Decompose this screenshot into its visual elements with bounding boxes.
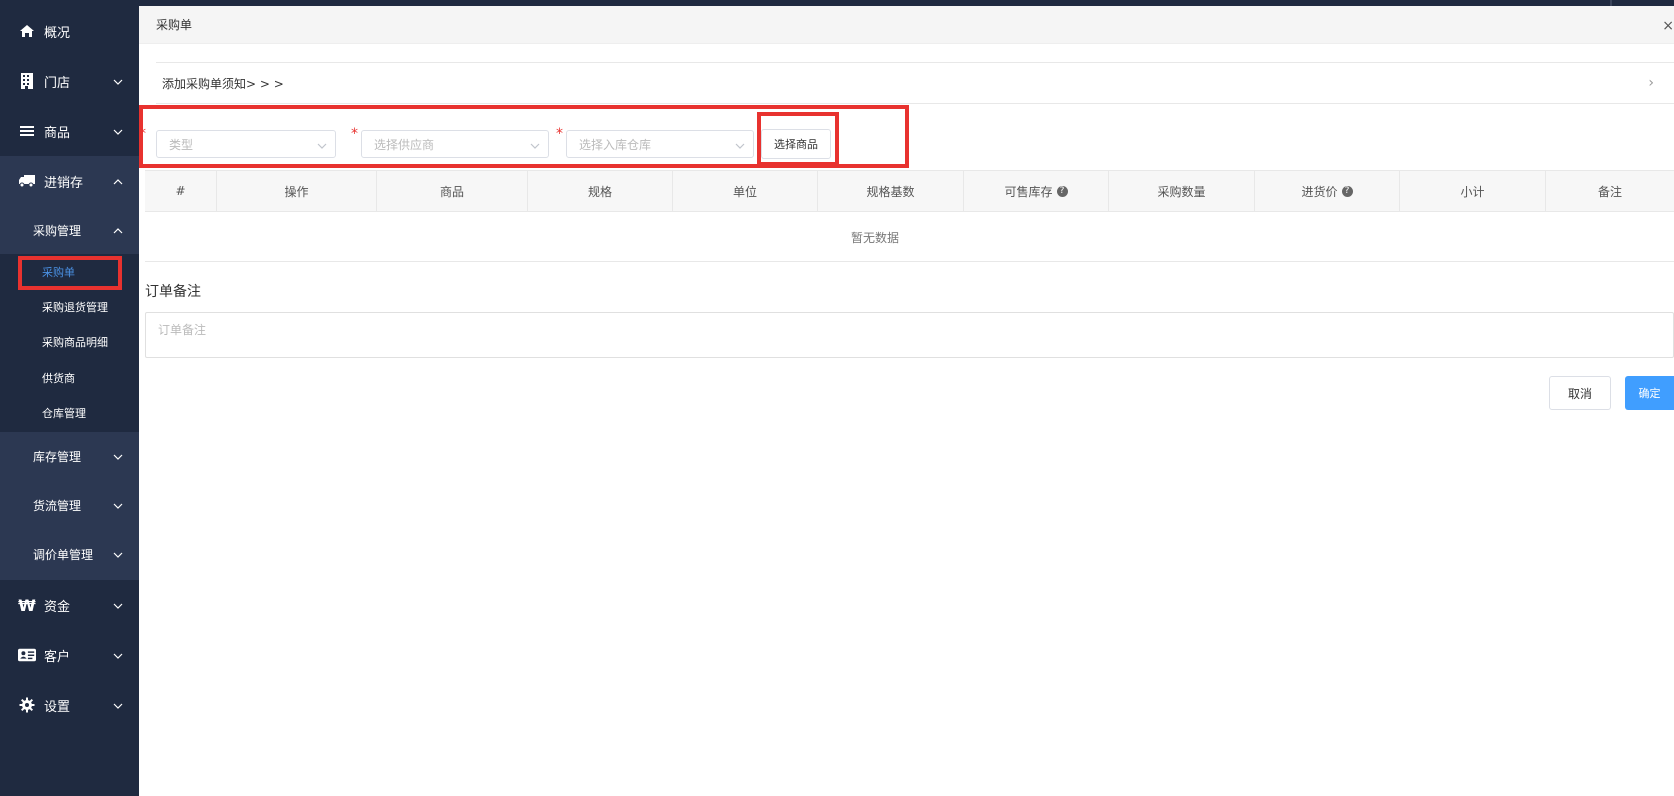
- submenu-stock-management[interactable]: 库存管理: [0, 432, 139, 480]
- nav-stores[interactable]: 门店: [0, 56, 139, 106]
- column-header: 备注: [1545, 171, 1674, 211]
- sidebar-item-purchase-details[interactable]: 采购商品明细: [0, 324, 139, 359]
- chevron-up-icon: [113, 225, 123, 239]
- help-icon[interactable]: ?: [1341, 185, 1353, 197]
- cancel-button[interactable]: 取消: [1549, 376, 1611, 410]
- submenu-logistics-management[interactable]: 货流管理: [0, 481, 139, 529]
- sidebar-item-label: 供货商: [42, 371, 75, 385]
- nav-overview[interactable]: 概况: [0, 6, 139, 56]
- highlight-box-select-goods: [757, 112, 839, 166]
- highlight-box-sidebar: [18, 256, 122, 290]
- order-remark-title: 订单备注: [145, 284, 201, 300]
- column-header: 单位: [672, 171, 817, 211]
- purchase-order-modal: 采购单 × 添加采购单须知> > > › * 类型 * 选择供应商 * 选择入库…: [139, 6, 1674, 796]
- gear-icon: [18, 696, 36, 714]
- chevron-up-icon: [113, 176, 123, 191]
- id-card-icon: [18, 646, 36, 664]
- chevron-down-icon: [113, 126, 123, 141]
- chevron-down-icon: [113, 500, 123, 514]
- empty-state-text: 暂无数据: [850, 230, 899, 245]
- submenu-logistics-label: 货流管理: [33, 498, 82, 513]
- modal-header: 采购单 ×: [139, 6, 1674, 44]
- nav-goods-label: 商品: [44, 125, 71, 141]
- help-icon[interactable]: ?: [1056, 185, 1068, 197]
- column-header: 采购数量: [1108, 171, 1254, 211]
- column-header: #: [175, 184, 186, 198]
- chevron-down-icon: [113, 549, 123, 563]
- nav-inventory-label: 进销存: [44, 175, 84, 191]
- goods-table: # 操作 商品 规格 单位 规格基数 可售库存 ? 采购数量 进货价 ? 小计 …: [145, 170, 1674, 262]
- order-remark-placeholder: 订单备注: [158, 323, 207, 337]
- truck-icon: [18, 172, 36, 190]
- submenu-stock-label: 库存管理: [33, 449, 82, 464]
- nav-funds[interactable]: ₩ 资金: [0, 580, 139, 630]
- sidebar-item-purchase-returns[interactable]: 采购退货管理: [0, 289, 139, 324]
- sidebar-item-label: 仓库管理: [42, 406, 86, 420]
- nav-customers[interactable]: 客户: [0, 630, 139, 680]
- nav-customers-label: 客户: [44, 649, 71, 665]
- confirm-button[interactable]: 确定: [1625, 376, 1674, 410]
- chevron-down-icon: [113, 76, 123, 91]
- chevron-down-icon: [113, 451, 123, 465]
- nav-stores-label: 门店: [44, 75, 71, 91]
- notice-text: 添加采购单须知> > >: [162, 76, 284, 91]
- nav-settings-label: 设置: [44, 699, 71, 715]
- chevron-right-icon: ›: [1648, 75, 1654, 91]
- purchase-notice-link[interactable]: 添加采购单须知> > > ›: [156, 62, 1674, 104]
- column-header: 商品: [376, 171, 527, 211]
- chevron-down-icon: [113, 650, 123, 665]
- chevron-down-icon: [113, 700, 123, 715]
- sidebar-item-warehouses[interactable]: 仓库管理: [0, 395, 139, 430]
- nav-overview-label: 概况: [44, 25, 71, 41]
- home-icon: [18, 22, 36, 40]
- sidebar-item-label: 采购商品明细: [42, 335, 108, 349]
- table-header: # 操作 商品 规格 单位 规格基数 可售库存 ? 采购数量 进货价 ? 小计 …: [145, 171, 1674, 212]
- chevron-down-icon: [113, 600, 123, 615]
- building-icon: [18, 72, 36, 90]
- list-icon: [18, 122, 36, 140]
- close-icon[interactable]: ×: [1662, 18, 1674, 34]
- sidebar-item-suppliers[interactable]: 供货商: [0, 360, 139, 395]
- column-header: 规格: [527, 171, 672, 211]
- column-header-label: 进货价: [1301, 184, 1338, 199]
- column-header: 小计: [1399, 171, 1545, 211]
- sidebar-item-label: 采购退货管理: [42, 300, 108, 314]
- order-remark-textarea[interactable]: 订单备注: [145, 312, 1674, 358]
- nav-goods[interactable]: 商品: [0, 106, 139, 156]
- column-header-label: 可售库存: [1004, 184, 1053, 199]
- sidebar: 概况 门店 商品 进销存 采购管理 采购单 采购退货管理 采购商品明细 供货商 …: [0, 0, 139, 796]
- submenu-price-adjustment[interactable]: 调价单管理: [0, 530, 139, 578]
- submenu-purchase-management[interactable]: 采购管理: [0, 206, 139, 254]
- column-header-purchase-price: 进货价 ?: [1254, 171, 1399, 211]
- submenu-purchase-label: 采购管理: [33, 223, 82, 238]
- submenu-price-label: 调价单管理: [33, 547, 94, 562]
- column-header: 规格基数: [817, 171, 963, 211]
- column-header-available-stock: 可售库存 ?: [963, 171, 1108, 211]
- modal-title: 采购单: [156, 18, 193, 32]
- column-header: 操作: [216, 171, 376, 211]
- nav-settings[interactable]: 设置: [0, 680, 139, 730]
- won-icon: ₩: [18, 595, 36, 615]
- nav-inventory[interactable]: 进销存: [0, 156, 139, 206]
- nav-funds-label: 资金: [44, 599, 71, 615]
